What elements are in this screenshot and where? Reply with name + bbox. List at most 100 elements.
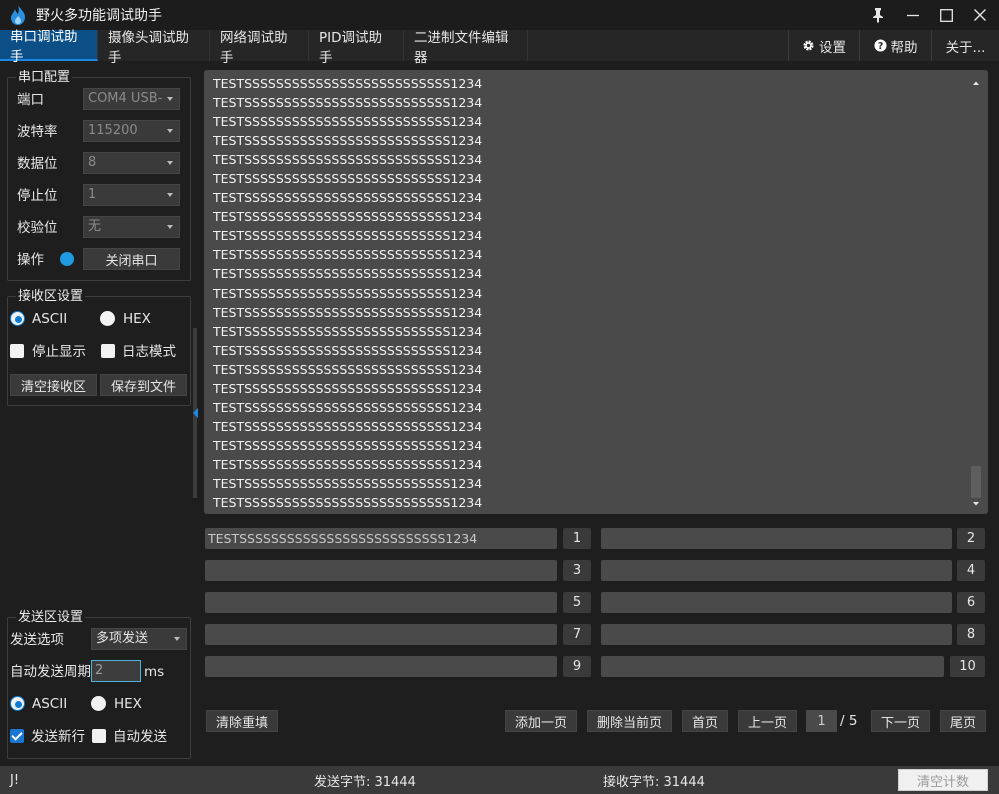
stopbits-select[interactable]: 1 [83,184,180,206]
serial-config-title: 串口配置 [16,70,73,86]
recv-hex-radio[interactable] [100,311,115,326]
baud-label: 波特率 [17,124,58,140]
receive-area[interactable]: TESTSSSSSSSSSSSSSSSSSSSSSSSSSS1234 TESTS… [204,70,988,514]
status-message: J! [10,772,20,788]
tab-pid-assistant[interactable]: PID调试助手 [309,30,404,66]
send-button-9[interactable]: 9 [563,656,591,677]
close-window-button[interactable] [964,0,996,30]
send-input-10[interactable] [601,656,944,677]
send-settings-title: 发送区设置 [16,610,86,626]
port-select[interactable]: COM4 USB- [83,88,180,110]
send-hex-label: HEX [114,696,142,712]
minimize-button[interactable] [897,0,929,30]
send-input-6[interactable] [601,592,952,613]
recv-hex-label: HEX [123,311,151,327]
send-ascii-radio[interactable] [10,696,25,711]
collapse-arrow-icon[interactable] [193,408,198,418]
close-port-button[interactable]: 关闭串口 [83,248,180,270]
send-button-10[interactable]: 10 [950,656,985,677]
settings-label: 设置 [819,39,846,56]
port-value: COM4 USB- [88,91,163,106]
databits-label: 数据位 [17,156,58,172]
port-status-led [60,252,74,266]
help-button[interactable]: ? 帮助 [859,30,931,61]
chevron-down-icon [167,193,173,197]
parity-value: 无 [88,219,102,234]
send-input-8[interactable] [601,624,952,645]
auto-period-label: 自动发送周期 [10,664,91,680]
send-button-1[interactable]: 1 [563,528,591,549]
last-page-button[interactable]: 尾页 [940,710,986,732]
stop-display-checkbox[interactable] [10,344,24,358]
stop-display-label: 停止显示 [32,344,86,360]
minimize-icon [907,14,919,17]
send-option-label: 发送选项 [10,632,64,648]
send-input-4[interactable] [601,560,952,581]
maximize-button[interactable] [930,0,962,30]
svg-text:?: ? [877,41,882,52]
databits-value: 8 [88,155,97,170]
chevron-down-icon [167,129,173,133]
send-button-6[interactable]: 6 [957,592,985,613]
send-hex-radio[interactable] [91,696,106,711]
clear-refill-button[interactable]: 清除重填 [206,710,278,732]
prev-page-button[interactable]: 上一页 [738,710,797,732]
save-to-file-button[interactable]: 保存到文件 [100,374,187,396]
auto-send-checkbox[interactable] [92,729,106,743]
add-page-button[interactable]: 添加一页 [505,710,577,732]
send-input-9[interactable] [205,656,557,677]
send-input-2[interactable] [601,528,952,549]
about-label: 关于... [945,39,986,56]
app-window: 野火多功能调试助手 串口调试助手 摄像头调试助手 网络调试助手 PID调试助手 … [0,0,999,794]
delete-page-button[interactable]: 删除当前页 [587,710,672,732]
tab-serial-assistant[interactable]: 串口调试助手 [0,29,98,65]
chevron-down-icon [167,161,173,165]
current-page-input[interactable]: 1 [806,710,837,732]
databits-select[interactable]: 8 [83,152,180,174]
sent-bytes-label: 发送字节: 31444 [314,774,416,790]
send-option-select[interactable]: 多项发送 [91,628,187,650]
close-icon [974,9,986,21]
help-icon: ? [873,39,887,52]
recv-ascii-radio[interactable] [10,311,25,326]
baud-select[interactable]: 115200 [83,120,180,142]
send-button-3[interactable]: 3 [563,560,591,581]
send-input-1[interactable]: TESTSSSSSSSSSSSSSSSSSSSSSSSSSS1234 [205,528,557,549]
send-button-5[interactable]: 5 [563,592,591,613]
send-newline-checkbox[interactable] [10,729,24,743]
log-mode-label: 日志模式 [122,344,176,360]
help-label: 帮助 [890,39,918,56]
receive-text: TESTSSSSSSSSSSSSSSSSSSSSSSSSSS1234 TESTS… [213,76,483,511]
pin-button[interactable] [862,0,894,30]
port-label: 端口 [17,92,44,108]
send-button-4[interactable]: 4 [957,560,985,581]
settings-button[interactable]: 设置 [788,30,859,61]
first-page-button[interactable]: 首页 [682,710,728,732]
status-bar: J! 发送字节: 31444 接收字节: 31444 清空计数 [0,766,999,794]
chevron-down-icon [174,637,180,641]
gear-icon [803,40,814,51]
tab-camera-assistant[interactable]: 摄像头调试助手 [98,30,210,66]
chevron-down-icon [167,97,173,101]
about-button[interactable]: 关于... [931,30,999,61]
flame-logo-icon [11,5,25,25]
clear-count-button[interactable]: 清空计数 [898,769,988,791]
receive-scrollbar[interactable] [970,76,982,508]
next-page-button[interactable]: 下一页 [871,710,930,732]
clear-recv-button[interactable]: 清空接收区 [10,374,97,396]
send-button-8[interactable]: 8 [957,624,985,645]
send-input-3[interactable] [205,560,557,581]
stopbits-value: 1 [88,187,97,202]
send-option-value: 多项发送 [96,631,149,646]
period-unit-label: ms [144,664,165,680]
tab-network-assistant[interactable]: 网络调试助手 [210,30,309,66]
log-mode-checkbox[interactable] [101,344,115,358]
auto-period-input[interactable]: 2 [91,660,141,682]
scroll-up-icon [973,81,979,85]
tab-binary-editor[interactable]: 二进制文件编辑器 [404,30,528,66]
parity-select[interactable]: 无 [83,216,180,238]
send-button-2[interactable]: 2 [957,528,985,549]
send-input-7[interactable] [205,624,557,645]
send-button-7[interactable]: 7 [563,624,591,645]
send-input-5[interactable] [205,592,557,613]
